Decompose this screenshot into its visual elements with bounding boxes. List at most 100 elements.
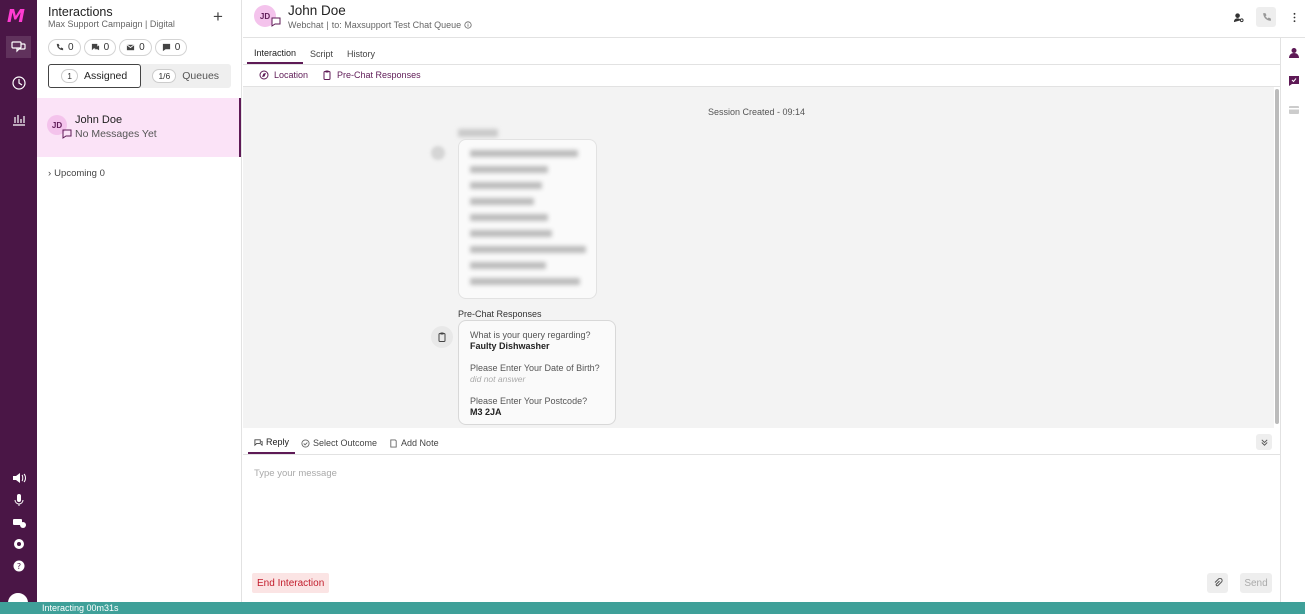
channel-counts: 0 0 0 0 bbox=[48, 39, 188, 56]
interaction-panel: JD John Doe Webchat | to: Maxsupport Tes… bbox=[243, 0, 1295, 602]
volume-icon[interactable] bbox=[6, 467, 31, 489]
location-icon bbox=[431, 146, 445, 160]
redacted-row bbox=[470, 230, 552, 237]
upcoming-toggle[interactable]: › Upcoming 0 bbox=[48, 168, 105, 179]
sms-count[interactable]: 0 bbox=[154, 39, 188, 56]
tab-queues[interactable]: 1/6 Queues bbox=[141, 64, 232, 88]
chat-transcript: Session Created - 09:14 Pre-Chat Respons… bbox=[243, 87, 1274, 428]
left-nav-rail: M ? bbox=[0, 0, 37, 614]
phone-count[interactable]: 0 bbox=[48, 39, 81, 56]
headset-icon[interactable] bbox=[6, 511, 31, 533]
tab-add-note[interactable]: Add Note bbox=[383, 432, 445, 454]
end-interaction-button[interactable]: End Interaction bbox=[252, 573, 330, 593]
contact-profile-icon[interactable] bbox=[1288, 47, 1300, 59]
interactions-icon[interactable] bbox=[6, 36, 31, 58]
collapse-composer-button[interactable] bbox=[1256, 434, 1272, 450]
paperclip-icon bbox=[1214, 578, 1223, 587]
double-chevron-down-icon bbox=[1260, 438, 1268, 446]
check-circle-icon bbox=[301, 438, 310, 448]
redacted-row bbox=[470, 182, 542, 189]
app-root: M ? Interactions Max Support Campaign | … bbox=[0, 0, 1305, 614]
kebab-icon bbox=[1293, 12, 1295, 22]
prechat-link[interactable]: Pre-Chat Responses bbox=[322, 70, 421, 80]
composer-divider bbox=[243, 454, 1280, 455]
quick-replies-icon[interactable] bbox=[1288, 75, 1300, 87]
reports-icon[interactable] bbox=[6, 108, 31, 130]
assigned-count-badge: 1 bbox=[61, 69, 79, 83]
settings-icon[interactable] bbox=[6, 533, 31, 555]
clipboard-icon bbox=[323, 70, 331, 80]
queues-count-badge: 1/6 bbox=[152, 69, 177, 83]
help-icon[interactable]: ? bbox=[6, 555, 31, 577]
attach-button[interactable] bbox=[1207, 573, 1228, 593]
email-count[interactable]: 0 bbox=[119, 39, 152, 56]
location-card-redacted bbox=[458, 139, 597, 299]
prechat-answer: M3 2JA bbox=[470, 407, 502, 417]
prechat-answer: Faulty Dishwasher bbox=[470, 341, 550, 351]
redacted-row bbox=[470, 214, 548, 221]
redacted-row bbox=[470, 246, 586, 253]
sms-icon bbox=[162, 43, 170, 52]
user-search-icon bbox=[1233, 12, 1244, 22]
redacted-row bbox=[470, 150, 578, 157]
tab-interaction[interactable]: Interaction bbox=[247, 44, 304, 64]
interactions-sidebar: Interactions Max Support Campaign | Digi… bbox=[37, 0, 242, 602]
card-icon[interactable] bbox=[1288, 104, 1300, 116]
send-button[interactable]: Send bbox=[1240, 573, 1272, 593]
message-input[interactable] bbox=[254, 466, 1234, 480]
prechat-card: What is your query regarding? Faulty Dis… bbox=[458, 320, 616, 425]
reply-icon bbox=[254, 438, 263, 446]
status-bar: Interacting 00m31s bbox=[0, 602, 1305, 614]
chat-icon bbox=[91, 43, 99, 51]
call-button[interactable] bbox=[1256, 7, 1276, 27]
right-tool-rail bbox=[1280, 38, 1305, 602]
redacted-row bbox=[470, 278, 580, 285]
conversation-preview: No Messages Yet bbox=[75, 128, 157, 140]
redacted-row bbox=[470, 262, 546, 269]
tab-select-outcome[interactable]: Select Outcome bbox=[295, 432, 383, 454]
tab-reply[interactable]: Reply bbox=[248, 432, 296, 454]
detail-subtabs: Location Pre-Chat Responses bbox=[259, 70, 421, 80]
composer-tabs: Reply Select Outcome Add Note bbox=[248, 432, 445, 454]
assignment-tabs: 1 Assigned 1/6 Queues bbox=[48, 64, 231, 88]
header-actions bbox=[1228, 7, 1304, 27]
location-card-title-redacted bbox=[458, 129, 498, 137]
interaction-timer: Interacting 00m31s bbox=[42, 603, 119, 613]
phone-icon bbox=[1262, 12, 1271, 21]
message-icon bbox=[62, 129, 72, 139]
sidebar-title: Interactions bbox=[48, 5, 113, 19]
location-link[interactable]: Location bbox=[259, 70, 308, 80]
info-icon[interactable] bbox=[464, 21, 472, 29]
more-menu-button[interactable] bbox=[1284, 7, 1304, 27]
prechat-question: What is your query regarding? bbox=[470, 330, 591, 340]
scrollbar-thumb[interactable] bbox=[1275, 89, 1279, 424]
tab-assigned[interactable]: 1 Assigned bbox=[48, 64, 141, 88]
redacted-row bbox=[470, 198, 534, 205]
svg-text:?: ? bbox=[16, 562, 20, 571]
prechat-title: Pre-Chat Responses bbox=[458, 309, 542, 319]
prechat-answer-empty: did not answer bbox=[470, 374, 526, 384]
chevron-right-icon: › bbox=[48, 168, 52, 179]
chat-count[interactable]: 0 bbox=[83, 39, 117, 56]
note-icon bbox=[390, 438, 397, 448]
phone-icon bbox=[56, 43, 64, 51]
prechat-question: Please Enter Your Date of Birth? bbox=[470, 363, 600, 373]
email-icon bbox=[126, 44, 135, 51]
session-created-label: Session Created - 09:14 bbox=[708, 107, 806, 117]
tab-script[interactable]: Script bbox=[303, 44, 340, 64]
redacted-row bbox=[470, 166, 548, 173]
tab-history[interactable]: History bbox=[340, 44, 382, 64]
history-icon[interactable] bbox=[6, 72, 31, 94]
add-interaction-button[interactable]: + bbox=[213, 8, 223, 25]
channel-info: Webchat | to: Maxsupport Test Chat Queue bbox=[288, 20, 472, 30]
brand-logo: M bbox=[7, 6, 25, 27]
clipboard-icon bbox=[431, 326, 453, 348]
sidebar-subtitle: Max Support Campaign | Digital bbox=[48, 19, 175, 29]
compass-icon bbox=[259, 70, 269, 80]
contact-name-header: John Doe bbox=[288, 3, 346, 18]
transfer-button[interactable] bbox=[1228, 7, 1248, 27]
conversation-list-item[interactable]: JD John Doe No Messages Yet bbox=[37, 98, 241, 157]
prechat-question: Please Enter Your Postcode? bbox=[470, 396, 588, 406]
microphone-icon[interactable] bbox=[6, 489, 31, 511]
tabs-divider bbox=[243, 64, 1280, 65]
